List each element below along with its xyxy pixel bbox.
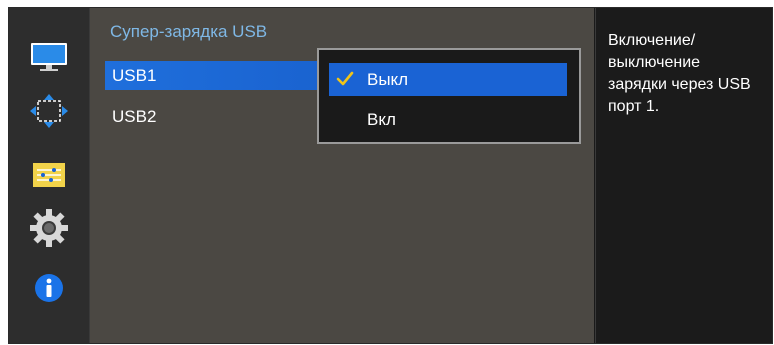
option-off-label: Выкл — [367, 70, 409, 89]
sidebar-item-onscreen[interactable] — [27, 91, 71, 131]
menu-title: Супер-зарядка USB — [110, 22, 268, 41]
option-dropdown: Выкл Вкл — [317, 48, 581, 144]
sidebar-item-system[interactable] — [27, 208, 71, 248]
option-off[interactable]: Выкл — [329, 63, 567, 96]
menu-item-usb2[interactable]: USB2 — [105, 102, 320, 131]
gear-icon — [30, 209, 68, 247]
menu-item-usb1[interactable]: USB1 — [105, 61, 320, 90]
info-icon — [35, 274, 63, 302]
sidebar-item-picture[interactable] — [27, 37, 71, 77]
checkmark-icon — [336, 71, 354, 86]
monitor-icon — [31, 43, 67, 71]
option-on-label: Вкл — [367, 110, 396, 129]
sidebar-item-settings-menu[interactable] — [27, 155, 71, 195]
help-text: Включение/ выключение зарядки через USB … — [608, 32, 751, 115]
option-on[interactable]: Вкл — [329, 103, 567, 136]
sidebar-item-information[interactable] — [27, 268, 71, 308]
sidebar — [9, 8, 90, 343]
resize-arrows-icon — [30, 94, 68, 128]
help-panel: Включение/ выключение зарядки через USB … — [595, 8, 772, 343]
sliders-icon — [33, 163, 65, 187]
